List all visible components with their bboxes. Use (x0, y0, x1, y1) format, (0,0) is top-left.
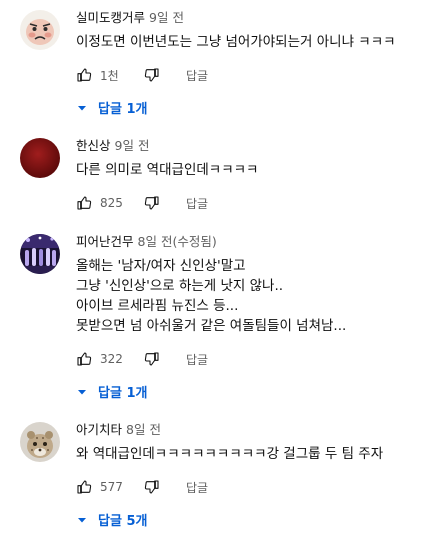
dark-red-circle-avatar-icon (20, 138, 60, 178)
dislike-button[interactable] (144, 195, 160, 211)
thumbs-down-icon (144, 352, 159, 366)
reply-button[interactable]: 답글 (186, 479, 208, 496)
like-button[interactable] (76, 351, 92, 367)
comment-actions: 825 답글 (76, 192, 422, 214)
dislike-button[interactable] (144, 479, 160, 495)
caret-down-icon (78, 105, 86, 110)
thumbs-up-icon (77, 196, 92, 210)
reply-button[interactable]: 답글 (186, 67, 208, 84)
comment-text-line: 올해는 '남자/여자 신인상'말고 (76, 258, 246, 274)
avatar[interactable] (20, 234, 60, 274)
author-name[interactable]: 아기치타 (76, 422, 122, 437)
comment-text: 올해는 '남자/여자 신인상'말고 그냥 '신인상'으로 하는게 낫지 않나..… (76, 256, 422, 336)
view-replies-button[interactable]: 답글 1개 (76, 98, 422, 117)
cartoon-face-avatar-icon (20, 10, 60, 50)
reply-button[interactable]: 답글 (186, 195, 208, 212)
comment-time[interactable]: 9일 전 (115, 138, 150, 153)
comment-text: 다른 의미로 역대급인데ㅋㅋㅋㅋ (76, 160, 422, 180)
author-name[interactable]: 실미도캥거루 (76, 10, 145, 25)
replies-label: 답글 1개 (98, 102, 148, 117)
thumbs-down-icon (144, 480, 159, 494)
caret-down-icon (78, 517, 86, 522)
comment-text-line: 와 역대급인데ㅋㅋㅋㅋㅋㅋㅋㅋㅋ강 걸그룹 두 팀 주자 (76, 446, 384, 462)
comment-text-line: 아이브 르세라핌 뉴진스 등... (76, 298, 239, 314)
author-name[interactable]: 한신상 (76, 138, 111, 153)
dislike-button[interactable] (144, 351, 160, 367)
comment-meta: 아기치타 8일 전 (76, 422, 422, 438)
dislike-button[interactable] (144, 67, 160, 83)
like-count: 577 (100, 480, 123, 494)
like-count: 322 (100, 352, 123, 366)
comment-text: 와 역대급인데ㅋㅋㅋㅋㅋㅋㅋㅋㅋ강 걸그룹 두 팀 주자 (76, 444, 422, 464)
comment-time[interactable]: 8일 전 (126, 422, 161, 437)
avatar[interactable] (20, 138, 60, 178)
cheetah-cub-avatar-icon (20, 422, 60, 462)
comment-time[interactable]: 8일 전(수정됨) (138, 234, 217, 249)
comment-actions: 1천 답글 (76, 64, 422, 86)
comment-time[interactable]: 9일 전 (149, 10, 184, 25)
comment-text: 이정도면 이번년도는 그냥 넘어가야되는거 아니냐 ㅋㅋㅋ (76, 32, 422, 52)
comment-actions: 322 답글 (76, 348, 422, 370)
view-replies-button[interactable]: 답글 1개 (76, 382, 422, 401)
view-replies-button[interactable]: 답글 5개 (76, 510, 422, 529)
thumbs-up-icon (77, 352, 92, 366)
avatar[interactable] (20, 422, 60, 462)
replies-label: 답글 1개 (98, 386, 148, 401)
author-name[interactable]: 피어난건무 (76, 234, 134, 249)
like-count: 825 (100, 196, 123, 210)
comment-text-line: 이정도면 이번년도는 그냥 넘어가야되는거 아니냐 ㅋㅋㅋ (76, 34, 396, 50)
comment-meta: 실미도캥거루 9일 전 (76, 10, 422, 26)
caret-down-icon (78, 389, 86, 394)
replies-label: 답글 5개 (98, 514, 148, 529)
thumbs-down-icon (144, 68, 159, 82)
reply-button[interactable]: 답글 (186, 351, 208, 368)
thumbs-up-icon (77, 68, 92, 82)
comment-list: 실미도캥거루 9일 전 이정도면 이번년도는 그냥 넘어가야되는거 아니냐 ㅋㅋㅋ… (0, 0, 430, 534)
thumbs-down-icon (144, 196, 159, 210)
thumbs-up-icon (77, 480, 92, 494)
like-button[interactable] (76, 195, 92, 211)
comment-meta: 한신상 9일 전 (76, 138, 422, 154)
stage-photo-avatar-icon (20, 234, 60, 274)
avatar[interactable] (20, 10, 60, 50)
comment-meta: 피어난건무 8일 전(수정됨) (76, 234, 422, 250)
like-count: 1천 (100, 68, 119, 83)
like-button[interactable] (76, 479, 92, 495)
comment-actions: 577 답글 (76, 476, 422, 498)
like-button[interactable] (76, 67, 92, 83)
comment-text-line: 다른 의미로 역대급인데ㅋㅋㅋㅋ (76, 162, 259, 178)
comment-text-line: 못받으면 넘 아쉬울거 같은 여돌팀들이 넘쳐남... (76, 318, 347, 334)
comment-text-line: 그냥 '신인상'으로 하는게 낫지 않나.. (76, 278, 284, 294)
